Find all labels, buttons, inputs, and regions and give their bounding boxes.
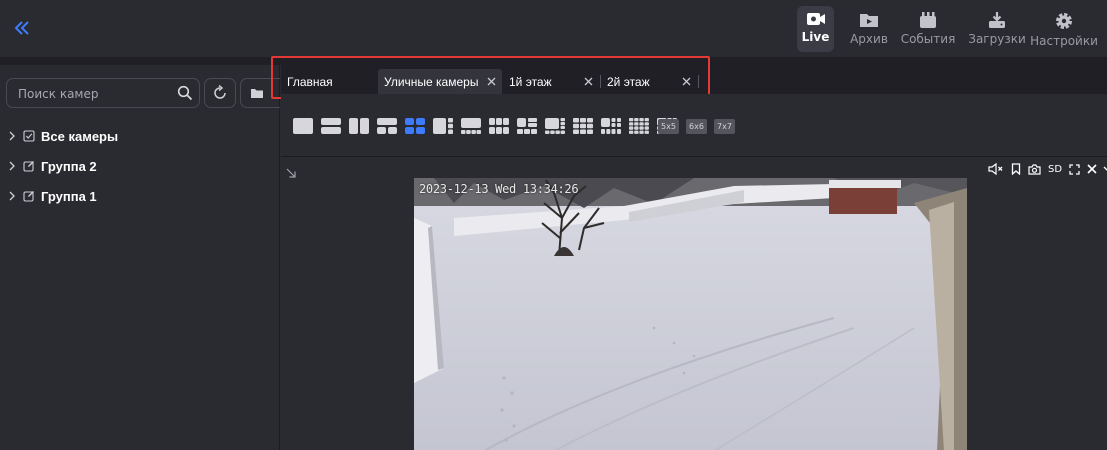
bookmark-icon[interactable] [1011,163,1021,175]
chevron-right-icon[interactable] [8,189,20,204]
nav-settings[interactable]: Настройки [1030,6,1098,52]
nav-live-label: Live [801,30,830,44]
layout-1-plus-3-icon[interactable] [433,118,453,134]
nav-events-label: События [900,32,956,46]
layout-3x3-icon[interactable] [573,118,593,134]
tree-item-group-1[interactable]: Группа 1 [8,181,118,211]
tree-item-label: Все камеры [41,128,119,144]
tab-street-cameras[interactable]: Уличные камеры [378,69,502,94]
layout-2x2-icon[interactable] [405,118,425,134]
mute-icon[interactable] [988,163,1004,175]
video-panel: SD 2023-12-13 Wed 13:34:26 [281,156,1107,450]
layout-6x6-button[interactable]: 6x6 [686,119,707,134]
layout-1-plus-9-icon[interactable] [601,118,621,134]
nav-downloads-label: Загрузки [968,32,1026,46]
folder-icon [250,89,263,98]
refresh-button[interactable] [204,78,236,108]
quality-toggle[interactable]: SD [1048,164,1062,175]
layout-4x4-icon[interactable] [629,118,649,134]
camera-sidebar: Все камеры Группа 2 Группа 1 [0,65,280,450]
archive-folder-icon [860,14,878,27]
view-tabs: Главная Уличные камеры 1й этаж 2й этаж [281,65,1107,94]
video-toolbar: SD [981,161,1107,177]
edit-icon[interactable] [23,160,37,172]
nav-settings-label: Настройки [1030,34,1098,48]
close-icon[interactable] [679,74,693,88]
tab-label: Уличные камеры [384,74,479,89]
arrow-down-right-icon[interactable] [286,163,296,182]
camera-video-feed[interactable]: 2023-12-13 Wed 13:34:26 [414,178,967,450]
nav-live[interactable]: Live [797,6,834,52]
open-folder-button[interactable] [240,78,280,108]
camera-tree: Все камеры Группа 2 Группа 1 [8,121,118,211]
edit-icon[interactable] [23,190,37,202]
clapperboard-icon [920,12,936,28]
nav-events[interactable]: События [899,6,957,52]
search-icon[interactable] [177,85,193,105]
layout-1-plus-2-icon[interactable] [377,118,397,134]
tab-floor-2[interactable]: 2й этаж [601,69,697,94]
video-camera-icon [806,13,825,25]
layout-2-plus-4-icon[interactable] [517,118,537,134]
tree-item-group-2[interactable]: Группа 2 [8,151,118,181]
layout-1x2-horizontal-icon[interactable] [321,118,341,134]
tab-label: 2й этаж [607,74,650,89]
layout-5x5-button[interactable]: 5x5 [658,119,679,134]
close-icon[interactable] [1087,164,1097,174]
tree-item-all-cameras[interactable]: Все камеры [8,121,118,151]
video-timestamp: 2023-12-13 Wed 13:34:26 [419,182,579,196]
download-icon [989,12,1005,28]
layout-1-plus-5-icon[interactable] [461,118,481,134]
tree-item-label: Группа 1 [41,188,97,204]
layout-toolbar: 5x5 6x6 7x7 [281,94,1107,156]
chevron-right-icon[interactable] [8,159,20,174]
fullscreen-icon[interactable] [1069,163,1080,175]
collapse-sidebar-icon[interactable] [11,17,33,39]
camera-snapshot-icon[interactable] [1028,163,1041,175]
snowy-yard-image [414,178,967,450]
tree-item-label: Группа 2 [41,158,97,174]
nav-downloads[interactable]: Загрузки [967,6,1027,52]
nav-archive-label: Архив [850,32,888,46]
close-icon[interactable] [484,74,498,88]
top-bar: Live Архив События Загрузки Настройки [0,0,1107,57]
camera-search-box [6,78,200,108]
tab-label: Главная [287,74,333,89]
layout-2x1-vertical-icon[interactable] [349,118,369,134]
layout-3x2-icon[interactable] [489,118,509,134]
camera-search-input[interactable] [18,85,168,103]
tab-floor-1[interactable]: 1й этаж [503,69,599,94]
nav-archive[interactable]: Архив [846,6,892,52]
gear-icon [1056,13,1072,29]
tab-label: 1й этаж [509,74,552,89]
layout-7x7-button[interactable]: 7x7 [714,119,735,134]
chevron-down-icon[interactable] [1103,164,1107,174]
header-separator [0,57,1107,65]
tab-main[interactable]: Главная [281,69,376,94]
checkbox-icon [23,130,37,142]
chevron-right-icon[interactable] [8,129,20,144]
close-icon[interactable] [581,74,595,88]
tab-divider [698,75,699,88]
main-nav: Live Архив События Загрузки Настройки [797,6,1099,52]
layout-1-plus-7-icon[interactable] [545,118,565,134]
layout-1x1-icon[interactable] [293,118,313,134]
refresh-icon [214,85,226,99]
